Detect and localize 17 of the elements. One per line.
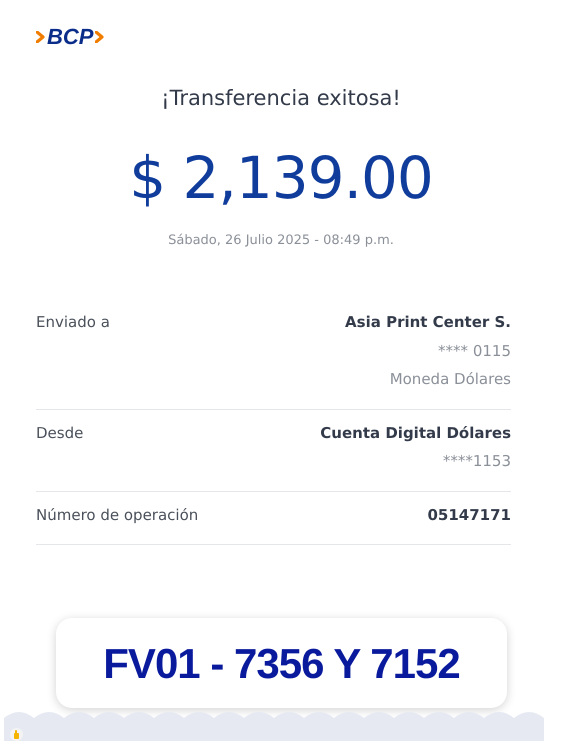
chevron-icon (95, 31, 104, 43)
date-text: Sábado, 26 Julio 2025 - 08:49 p.m. (168, 233, 394, 248)
amount: $ 2,139.00 (129, 149, 433, 208)
detail-value: Moneda Dólares (390, 369, 511, 390)
detail-value: Asia Print Center S. (345, 312, 511, 334)
detail-label: Enviado a (36, 312, 110, 334)
detail-value: Cuenta Digital Dólares (320, 422, 511, 444)
detail-value: ****1153 (442, 451, 511, 472)
thumbs-up-icon (10, 728, 23, 741)
detail-value: 05147171 (428, 504, 511, 526)
detail-label: Número de operación (36, 504, 198, 526)
detail-value: **** 0115 (438, 340, 511, 362)
logo: BCP (47, 26, 94, 48)
note-label: FV01 - 7356 Y 7152 (56, 618, 507, 708)
detail-label: Desde (36, 422, 84, 444)
chevron-icon (36, 31, 45, 43)
title: ¡Transferencia exitosa! (160, 85, 402, 112)
